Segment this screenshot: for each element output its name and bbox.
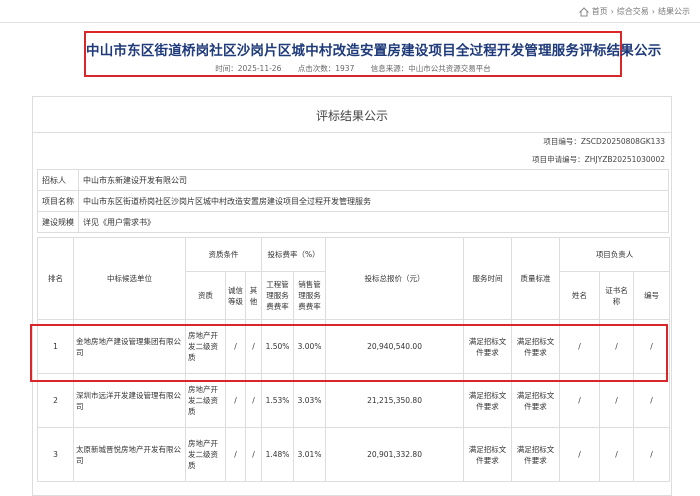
info-row-project: 项目名称 中山市东区街道桥岗社区沙岗片区城中村改造安置房建设项目全过程开发管理服… xyxy=(37,190,669,212)
cell-credit: / xyxy=(225,319,246,374)
cell-mgmt-rate: 1.48% xyxy=(261,427,295,482)
cell-company: 金地房地产建设管理集团有限公司 xyxy=(73,319,186,374)
header-qualification: 资质条件 xyxy=(184,237,263,272)
cell-lead-name: / xyxy=(559,427,601,482)
cell-mgmt-rate: 1.53% xyxy=(261,373,295,428)
cell-quality: 满足招标文件要求 xyxy=(511,373,561,428)
breadcrumb-separator: › xyxy=(610,7,614,16)
info-source-value: 中山市公共资源交易平台 xyxy=(408,64,491,73)
subheader-credit: 诚信等级 xyxy=(225,271,246,320)
cell-credit: / xyxy=(225,427,246,482)
project-number: 项目编号：ZSCD20250808GK133 xyxy=(33,133,665,151)
info-source-label: 信息来源： xyxy=(370,64,409,73)
header-company: 中标候选单位 xyxy=(73,237,186,320)
project-name-label: 项目名称 xyxy=(37,190,79,212)
click-count: 点击次数：1937 xyxy=(298,64,355,73)
project-number-value: ZSCD20250808GK133 xyxy=(580,137,665,146)
cell-rank: 2 xyxy=(37,373,74,428)
cell-qualification: 房地产开发二级资质 xyxy=(185,373,226,428)
table-row: 1 金地房地产建设管理集团有限公司 房地产开发二级资质 / / 1.50% 3.… xyxy=(37,319,671,374)
cell-total: 20,901,332.80 xyxy=(325,427,465,482)
bid-result-table: 排名 中标候选单位 资质条件 投标费率（%） 投标总报价（元） 服务时间 质量标… xyxy=(37,237,671,482)
cell-qualification: 房地产开发二级资质 xyxy=(185,427,226,482)
cell-other: / xyxy=(244,427,263,482)
subheader-other: 其他 xyxy=(244,271,263,320)
subheader-cert-name: 证书名称 xyxy=(599,271,635,320)
cell-sales-rate: 3.03% xyxy=(293,373,327,428)
header-lead: 项目负责人 xyxy=(559,237,671,272)
header-service-time: 服务时间 xyxy=(463,237,513,320)
breadcrumb: 首页 › 综合交易 › 结果公示 xyxy=(578,6,690,17)
cell-other: / xyxy=(244,319,263,374)
cell-total: 20,940,540.00 xyxy=(325,319,465,374)
cell-rank: 3 xyxy=(37,427,74,482)
cell-lead-name: / xyxy=(559,373,601,428)
header-rate: 投标费率（%） xyxy=(261,237,327,272)
click-count-label: 点击次数： xyxy=(297,64,336,73)
publish-time: 时间：2025-11-26 xyxy=(215,64,281,73)
breadcrumb-current: 结果公示 xyxy=(658,7,690,16)
cell-sales-rate: 3.00% xyxy=(293,319,327,374)
cell-service-time: 满足招标文件要求 xyxy=(463,373,513,428)
table-row: 2 深圳市远洋开发建设管理有限公司 房地产开发二级资质 / / 1.53% 3.… xyxy=(37,373,671,428)
tenderer-value: 中山市东新建设开发有限公司 xyxy=(78,169,669,191)
application-number-label: 项目申请编号： xyxy=(532,155,585,164)
cell-sales-rate: 3.01% xyxy=(293,427,327,482)
click-count-value: 1937 xyxy=(335,64,355,73)
cell-cert-no: / xyxy=(633,427,671,482)
cell-company: 深圳市远洋开发建设管理有限公司 xyxy=(73,373,186,428)
home-icon xyxy=(578,6,589,16)
result-panel: 评标结果公示 项目编号：ZSCD20250808GK133 项目申请编号：ZHJ… xyxy=(32,96,672,496)
cell-service-time: 满足招标文件要求 xyxy=(463,319,513,374)
cell-qualification: 房地产开发二级资质 xyxy=(185,319,226,374)
project-number-label: 项目编号： xyxy=(543,137,581,146)
info-row-tenderer: 招标人 中山市东新建设开发有限公司 xyxy=(37,169,669,191)
project-codes: 项目编号：ZSCD20250808GK133 项目申请编号：ZHJYZB2025… xyxy=(33,133,671,169)
table-header-row: 排名 中标候选单位 资质条件 投标费率（%） 投标总报价（元） 服务时间 质量标… xyxy=(37,237,671,320)
cell-company: 太原新城晋悦房地产开发有限公司 xyxy=(73,427,186,482)
header-quality: 质量标准 xyxy=(511,237,561,320)
tenderer-label: 招标人 xyxy=(37,169,79,191)
page-title: 中山市东区街道桥岗社区沙岗片区城中村改造安置房建设项目全过程开发管理服务评标结果… xyxy=(86,43,662,59)
cell-cert-no: / xyxy=(633,319,671,374)
project-info-table: 招标人 中山市东新建设开发有限公司 项目名称 中山市东区街道桥岗社区沙岗片区城中… xyxy=(37,169,669,233)
cell-rank: 1 xyxy=(37,319,74,374)
header-total: 投标总报价（元） xyxy=(325,237,465,320)
subheader-lead-name: 姓名 xyxy=(559,271,601,320)
breadcrumb-section-link[interactable]: 综合交易 xyxy=(617,6,649,17)
cell-quality: 满足招标文件要求 xyxy=(511,427,561,482)
application-number: 项目申请编号：ZHJYZB20251030002 xyxy=(33,151,665,169)
cell-lead-name: / xyxy=(559,319,601,374)
breadcrumb-separator: › xyxy=(651,7,655,16)
breadcrumb-home-link[interactable]: 首页 xyxy=(592,6,608,17)
subheader-qualification: 资质 xyxy=(185,271,226,320)
scale-label: 建设规模 xyxy=(37,211,79,233)
cell-other: / xyxy=(244,373,263,428)
cell-credit: / xyxy=(225,373,246,428)
cell-service-time: 满足招标文件要求 xyxy=(463,427,513,482)
publish-time-label: 时间： xyxy=(215,64,238,73)
subheader-mgmt-rate: 工程管理服务费费率 xyxy=(261,271,295,320)
cell-cert-name: / xyxy=(599,373,635,428)
info-row-scale: 建设规模 详见《用户需求书》 xyxy=(37,211,669,233)
publish-time-value: 2025-11-26 xyxy=(237,64,282,73)
cell-cert-name: / xyxy=(599,319,635,374)
cell-cert-name: / xyxy=(599,427,635,482)
subheader-sales-rate: 销售管理服务费费率 xyxy=(293,271,327,320)
cell-total: 21,215,350.80 xyxy=(325,373,465,428)
table-row: 3 太原新城晋悦房地产开发有限公司 房地产开发二级资质 / / 1.48% 3.… xyxy=(37,427,671,482)
subheader-cert-no: 编号 xyxy=(633,271,671,320)
panel-title: 评标结果公示 xyxy=(315,109,388,123)
cell-mgmt-rate: 1.50% xyxy=(261,319,295,374)
scale-value: 详见《用户需求书》 xyxy=(78,211,669,233)
project-name-value: 中山市东区街道桥岗社区沙岗片区城中村改造安置房建设项目全过程开发管理服务 xyxy=(78,190,669,212)
header-divider xyxy=(0,22,700,23)
cell-quality: 满足招标文件要求 xyxy=(511,319,561,374)
cell-cert-no: / xyxy=(633,373,671,428)
application-number-value: ZHJYZB20251030002 xyxy=(584,155,665,164)
title-highlight-box: 中山市东区街道桥岗社区沙岗片区城中村改造安置房建设项目全过程开发管理服务评标结果… xyxy=(84,31,662,77)
title-meta: 时间：2025-11-26 点击次数：1937 信息来源：中山市公共资源交易平台 xyxy=(86,63,620,74)
info-source: 信息来源：中山市公共资源交易平台 xyxy=(371,64,491,73)
header-rank: 排名 xyxy=(37,237,74,320)
